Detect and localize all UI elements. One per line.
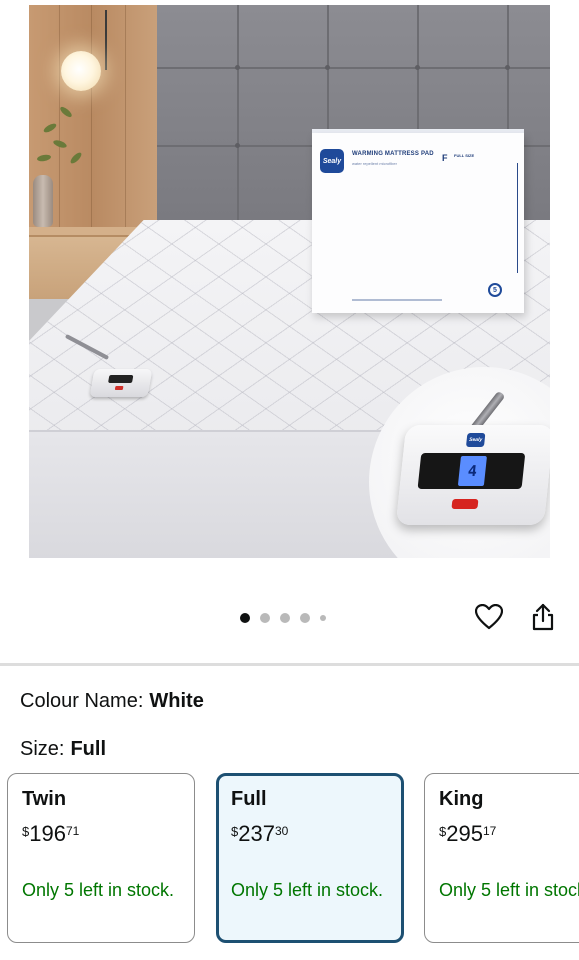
- vase: [33, 175, 53, 227]
- carousel-dot[interactable]: [240, 613, 250, 623]
- product-box: Sealy WARMING MATTRESS PAD water repelle…: [312, 133, 524, 313]
- option-stock: Only 5 left in stock.: [439, 880, 579, 900]
- colour-label: Colour Name:: [20, 690, 144, 712]
- size-option-full[interactable]: Full $237 30 Only 5 left in stock.: [216, 773, 404, 943]
- size-value: Full: [70, 738, 107, 760]
- colour-row: Colour Name: White: [20, 690, 204, 713]
- box-size-text: FULL SIZE: [454, 153, 475, 158]
- favorite-button[interactable]: [474, 602, 504, 632]
- carousel-dot[interactable]: [300, 613, 310, 623]
- carousel-dot[interactable]: [320, 615, 326, 621]
- share-button[interactable]: [528, 602, 558, 632]
- carousel-dot[interactable]: [280, 613, 290, 623]
- heart-icon: [475, 604, 503, 630]
- box-title: WARMING MATTRESS PAD: [352, 151, 434, 157]
- section-divider: [0, 663, 579, 666]
- share-icon: [532, 603, 554, 631]
- box-seal: 5: [488, 283, 502, 297]
- size-option-twin[interactable]: Twin $196 71 Only 5 left in stock.: [7, 773, 195, 943]
- box-size-letter: F: [442, 153, 448, 163]
- option-price: $295 17: [439, 821, 497, 846]
- option-stock: Only 5 left in stock.: [22, 880, 175, 900]
- product-image[interactable]: Sealy WARMING MATTRESS PAD water repelle…: [29, 5, 550, 558]
- controller-zoomed: Sealy 4: [395, 425, 550, 525]
- option-price: $196 71: [22, 821, 80, 846]
- carousel-dot[interactable]: [260, 613, 270, 623]
- controller-display: 4: [457, 456, 487, 486]
- colour-value: White: [149, 690, 204, 712]
- option-stock: Only 5 left in stock.: [231, 880, 384, 900]
- option-name: Twin: [22, 788, 67, 810]
- size-options: Twin $196 71 Only 5 left in stock. Full $…: [7, 773, 579, 945]
- size-row: Size: Full: [20, 738, 106, 761]
- size-label: Size:: [20, 738, 65, 760]
- size-option-king[interactable]: King $295 17 Only 5 left in stock.: [424, 773, 579, 943]
- box-subtitle: water repellent microfiber: [352, 161, 397, 166]
- lamp-arm: [105, 10, 107, 70]
- option-name: King: [439, 788, 484, 810]
- controller-logo: Sealy: [465, 433, 486, 447]
- controller-power-button: [451, 499, 479, 509]
- controller-small: [89, 369, 153, 397]
- option-price: $237 30: [231, 821, 289, 846]
- wall-lamp: [61, 51, 101, 91]
- brand-logo: Sealy: [320, 149, 344, 173]
- image-carousel-indicator[interactable]: [240, 612, 326, 624]
- option-name: Full: [231, 788, 267, 810]
